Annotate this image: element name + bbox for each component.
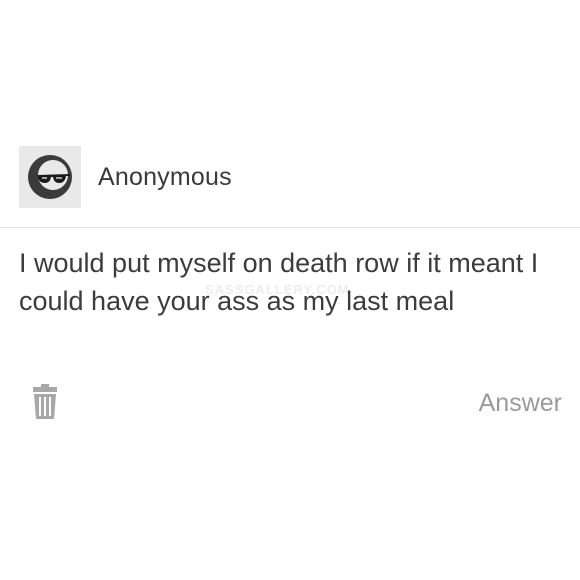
delete-button[interactable]	[31, 384, 59, 420]
header-divider	[0, 227, 580, 228]
post-header: Anonymous	[19, 146, 232, 208]
answer-button[interactable]: Answer	[479, 389, 562, 418]
watermark: SASSGALLERY.COM	[205, 282, 350, 297]
trash-icon	[33, 384, 57, 419]
ask-post-card: Anonymous I would put myself on death ro…	[0, 0, 580, 580]
avatar[interactable]	[19, 146, 81, 208]
anonymous-sunglasses-icon	[28, 155, 72, 199]
author-name[interactable]: Anonymous	[98, 163, 232, 192]
